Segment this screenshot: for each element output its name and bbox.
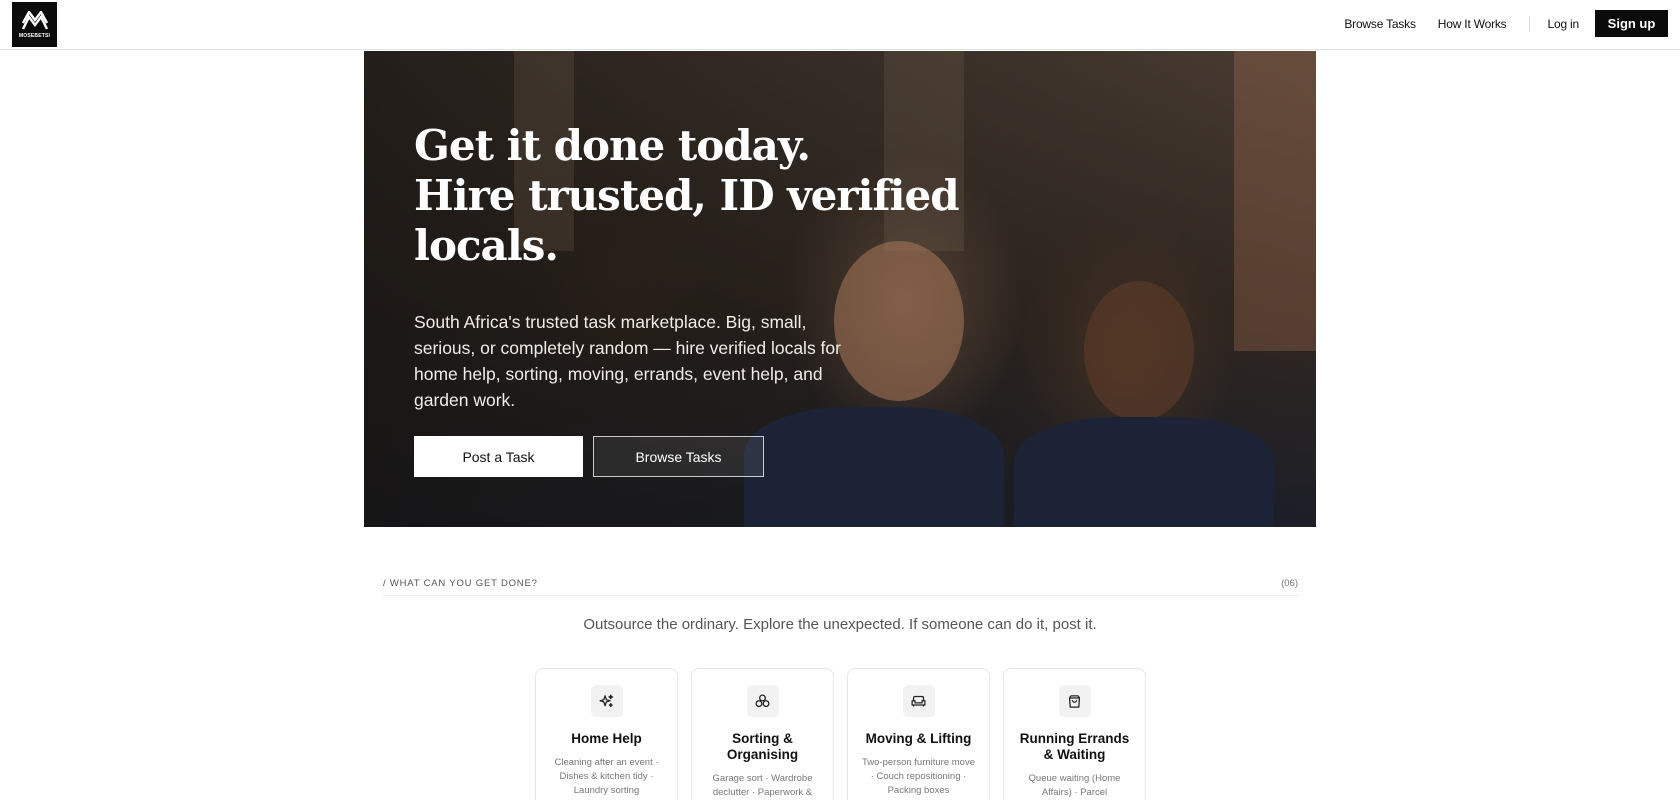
category-card-errands[interactable]: Running Errands & Waiting Queue waiting …: [1003, 668, 1146, 800]
category-title: Moving & Lifting: [865, 731, 972, 746]
category-card-moving[interactable]: Moving & Lifting Two-person furniture mo…: [847, 668, 990, 800]
category-title: Sorting & Organising: [726, 731, 799, 762]
mountain-logo-icon: [21, 10, 48, 30]
shopping-bag-icon: [1058, 685, 1091, 717]
section-tagline: Outsource the ordinary. Explore the unex…: [583, 616, 1097, 633]
hero-title-line: Hire trusted, ID verified: [414, 171, 960, 220]
nav-links: Browse Tasks How It Works Log in Sign up: [1344, 10, 1668, 37]
hero-title-line: locals.: [414, 221, 559, 270]
category-description: Queue waiting (Home Affairs) · Parcel: [1028, 773, 1121, 798]
hero-actions: Post a Task Browse Tasks: [414, 436, 959, 477]
section-label: / WHAT CAN YOU GET DONE?: [383, 578, 538, 589]
post-task-button[interactable]: Post a Task: [414, 436, 583, 477]
brand-logo[interactable]: MOSEBETSI: [12, 2, 57, 47]
section-header: / WHAT CAN YOU GET DONE? (06): [383, 578, 1298, 596]
nav-how-it-works[interactable]: How It Works: [1438, 17, 1507, 31]
logo-text: MOSEBETSI: [18, 32, 51, 39]
sparkles-icon: [590, 685, 623, 717]
hero-content: Get it done today. Hire trusted, ID veri…: [414, 121, 960, 477]
signup-button[interactable]: Sign up: [1595, 10, 1668, 37]
category-description: Two-person furniture move · Couch reposi…: [862, 757, 975, 796]
category-title: Running Errands & Waiting: [1019, 731, 1130, 762]
hero-title-line: Get it done today.: [414, 121, 811, 170]
category-cards: Home Help Cleaning after an event · Dish…: [535, 668, 1159, 800]
hero-title: Get it done today. Hire trusted, ID veri…: [414, 121, 960, 271]
nav-divider: [1528, 15, 1530, 32]
nav-browse-tasks[interactable]: Browse Tasks: [1344, 17, 1416, 31]
top-navbar: MOSEBETSI Browse Tasks How It Works Log …: [0, 0, 1680, 50]
category-title: Home Help: [571, 731, 642, 746]
login-link[interactable]: Log in: [1548, 17, 1580, 31]
boxes-icon: [746, 685, 779, 717]
hero-banner: Get it done today. Hire trusted, ID veri…: [364, 51, 1316, 527]
category-card-home-help[interactable]: Home Help Cleaning after an event · Dish…: [535, 668, 678, 800]
category-card-sorting[interactable]: Sorting & Organising Garage sort · Wardr…: [691, 668, 834, 800]
category-description: Cleaning after an event · Dishes & kitch…: [554, 757, 659, 796]
category-description: Garage sort · Wardrobe declutter · Paper…: [712, 773, 813, 798]
browse-tasks-button[interactable]: Browse Tasks: [593, 436, 764, 477]
sofa-icon: [902, 685, 935, 717]
hero-subtitle: South Africa's trusted task marketplace.…: [414, 312, 841, 410]
section-count: (06): [1281, 578, 1298, 589]
